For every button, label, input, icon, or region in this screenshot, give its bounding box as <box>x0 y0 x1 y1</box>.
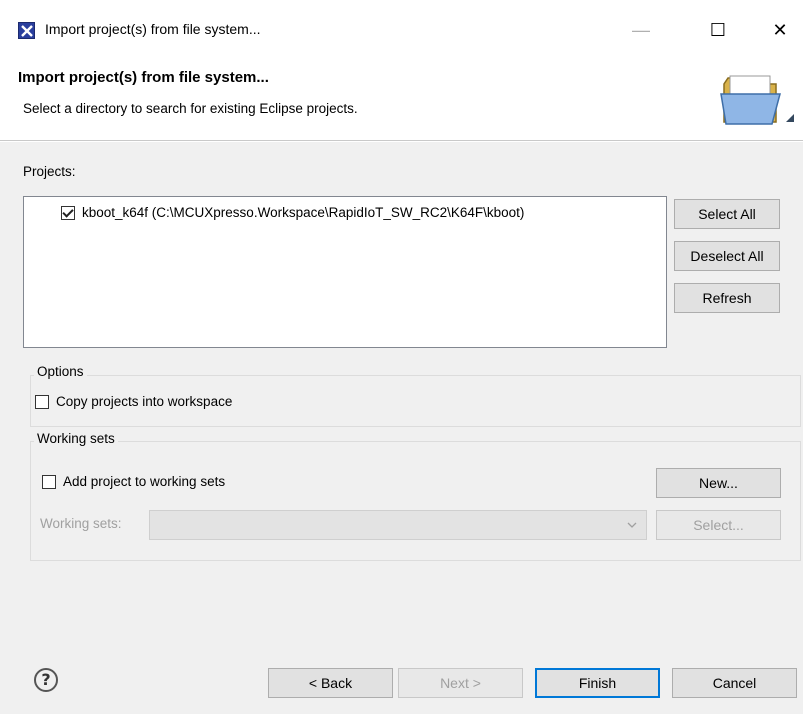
list-item[interactable]: kboot_k64f (C:\MCUXpresso.Workspace\Rapi… <box>61 205 524 220</box>
window-title: Import project(s) from file system... <box>45 21 261 37</box>
maximize-button[interactable]: ☐ <box>695 12 741 48</box>
new-working-set-button[interactable]: New... <box>656 468 781 498</box>
finish-button[interactable]: Finish <box>535 668 660 698</box>
cancel-button[interactable]: Cancel <box>672 668 797 698</box>
page-description: Select a directory to search for existin… <box>23 101 358 116</box>
title-bar: Import project(s) from file system... — … <box>0 0 803 56</box>
refresh-button[interactable]: Refresh <box>674 283 780 313</box>
copy-projects-option[interactable]: Copy projects into workspace <box>35 394 232 409</box>
project-checkbox[interactable] <box>61 205 75 220</box>
next-button[interactable]: Next > <box>398 668 523 698</box>
copy-projects-checkbox[interactable] <box>35 394 49 409</box>
add-to-working-sets-label: Add project to working sets <box>63 474 226 489</box>
wizard-content: Projects: kboot_k64f (C:\MCUXpresso.Work… <box>0 142 803 714</box>
wizard-header: Import project(s) from file system... Se… <box>0 56 803 141</box>
projects-list[interactable]: kboot_k64f (C:\MCUXpresso.Workspace\Rapi… <box>23 196 667 348</box>
minimize-button[interactable]: — <box>618 12 664 48</box>
app-icon <box>18 22 35 39</box>
deselect-all-button[interactable]: Deselect All <box>674 241 780 271</box>
add-to-working-sets-option[interactable]: Add project to working sets <box>42 474 225 489</box>
close-button[interactable]: ✕ <box>757 12 803 48</box>
working-sets-select[interactable] <box>149 510 647 540</box>
working-sets-legend: Working sets <box>34 431 118 446</box>
add-to-working-sets-checkbox[interactable] <box>42 474 56 489</box>
working-sets-group <box>30 441 801 561</box>
open-folder-icon <box>720 75 794 125</box>
help-icon[interactable]: ? <box>34 668 58 692</box>
chevron-down-icon <box>627 522 637 528</box>
project-label: kboot_k64f (C:\MCUXpresso.Workspace\Rapi… <box>82 205 525 220</box>
select-all-button[interactable]: Select All <box>674 199 780 229</box>
select-working-sets-button[interactable]: Select... <box>656 510 781 540</box>
page-title: Import project(s) from file system... <box>18 69 269 86</box>
copy-projects-label: Copy projects into workspace <box>56 394 233 409</box>
options-legend: Options <box>34 364 87 379</box>
working-sets-field-label: Working sets: <box>40 516 122 531</box>
back-button[interactable]: < Back <box>268 668 393 698</box>
projects-label: Projects: <box>23 164 76 179</box>
